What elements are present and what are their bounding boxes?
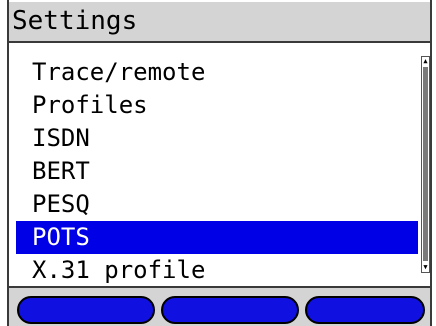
menu-item-pesq[interactable]: PESQ — [16, 188, 418, 221]
softkey-2[interactable] — [161, 296, 299, 324]
menu-item-bert[interactable]: BERT — [16, 155, 418, 188]
menu-item-isdn[interactable]: ISDN — [16, 122, 418, 155]
title-bar: Settings — [9, 2, 430, 43]
scroll-thumb[interactable] — [423, 67, 428, 261]
settings-menu: Trace/remote Profiles ISDN BERT PESQ POT… — [16, 56, 418, 287]
menu-item-profiles[interactable]: Profiles — [16, 89, 418, 122]
triangle-up-icon[interactable]: ▲ — [422, 57, 429, 66]
menu-item-trace-remote[interactable]: Trace/remote — [16, 56, 418, 89]
menu-item-x31-profile[interactable]: X.31 profile — [16, 254, 418, 287]
page-title: Settings — [12, 6, 138, 36]
menu-item-pots[interactable]: POTS — [16, 221, 418, 254]
softkey-1[interactable] — [17, 296, 155, 324]
device-screen: Settings Trace/remote Profiles ISDN BERT… — [0, 0, 436, 326]
triangle-down-icon[interactable]: ▼ — [422, 263, 429, 272]
menu-scrollbar[interactable]: ▲ ▼ — [421, 56, 430, 273]
softkey-3[interactable] — [305, 296, 425, 324]
softkey-bar — [9, 286, 430, 326]
